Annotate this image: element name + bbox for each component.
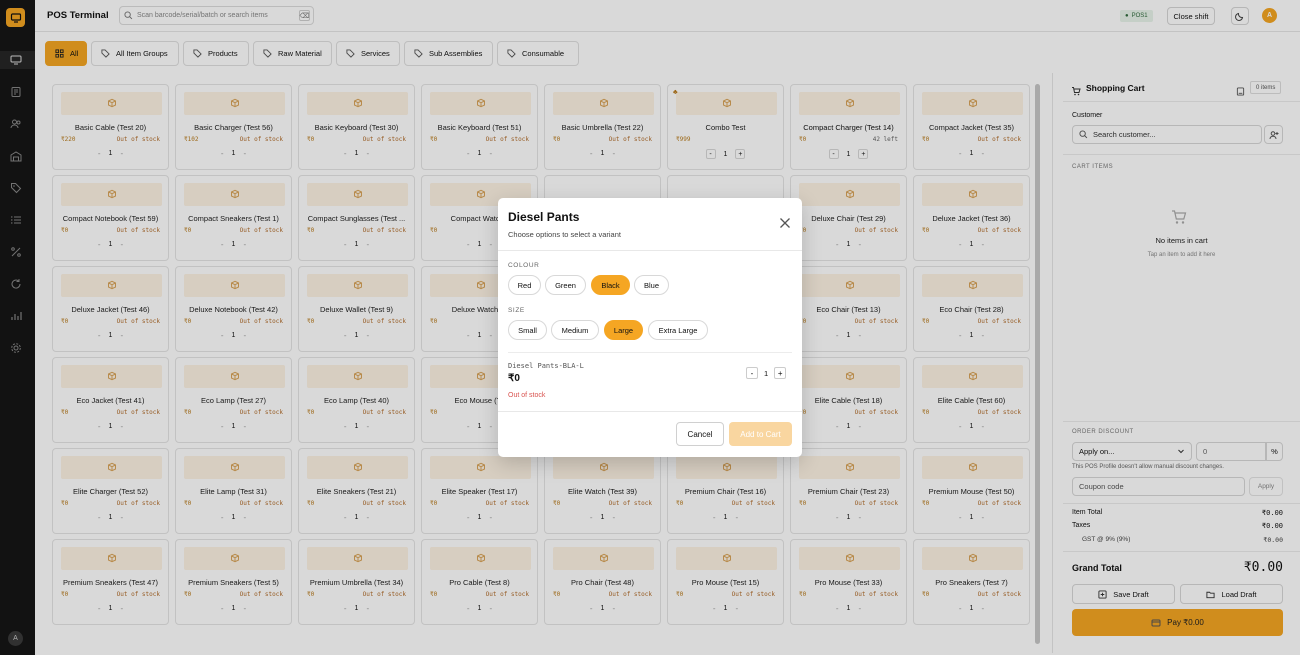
variant-selector-dialog: Diesel Pants Choose options to select a …	[498, 198, 802, 457]
dialog-separator	[498, 411, 802, 412]
size-label: SIZE	[508, 307, 525, 314]
variant-price: ₹0	[508, 373, 520, 384]
colour-option[interactable]: Red	[508, 275, 541, 295]
add-to-cart-button[interactable]: Add to Cart	[729, 422, 792, 446]
variant-quantity-value: 1	[764, 368, 769, 378]
variant-quantity-stepper: - 1 +	[746, 367, 787, 379]
close-icon[interactable]	[778, 216, 792, 230]
decrease-quantity-button[interactable]: -	[746, 367, 758, 379]
colour-label: COLOUR	[508, 262, 540, 269]
variant-stock-status: Out of stock	[508, 392, 546, 399]
cancel-button[interactable]: Cancel	[676, 422, 724, 446]
colour-option[interactable]: Green	[545, 275, 586, 295]
size-option[interactable]: Large	[604, 320, 643, 340]
dialog-separator	[508, 352, 792, 353]
dialog-subtitle: Choose options to select a variant	[508, 230, 621, 239]
increase-quantity-button[interactable]: +	[774, 367, 787, 379]
variant-sku: Diesel Pants-BLA-L	[508, 362, 584, 370]
colour-option[interactable]: Blue	[634, 275, 669, 295]
size-option[interactable]: Extra Large	[648, 320, 708, 340]
dialog-separator	[498, 250, 802, 251]
size-option[interactable]: Medium	[551, 320, 599, 340]
colour-option[interactable]: Black	[591, 275, 630, 295]
size-option[interactable]: Small	[508, 320, 547, 340]
dialog-title: Diesel Pants	[508, 210, 580, 224]
